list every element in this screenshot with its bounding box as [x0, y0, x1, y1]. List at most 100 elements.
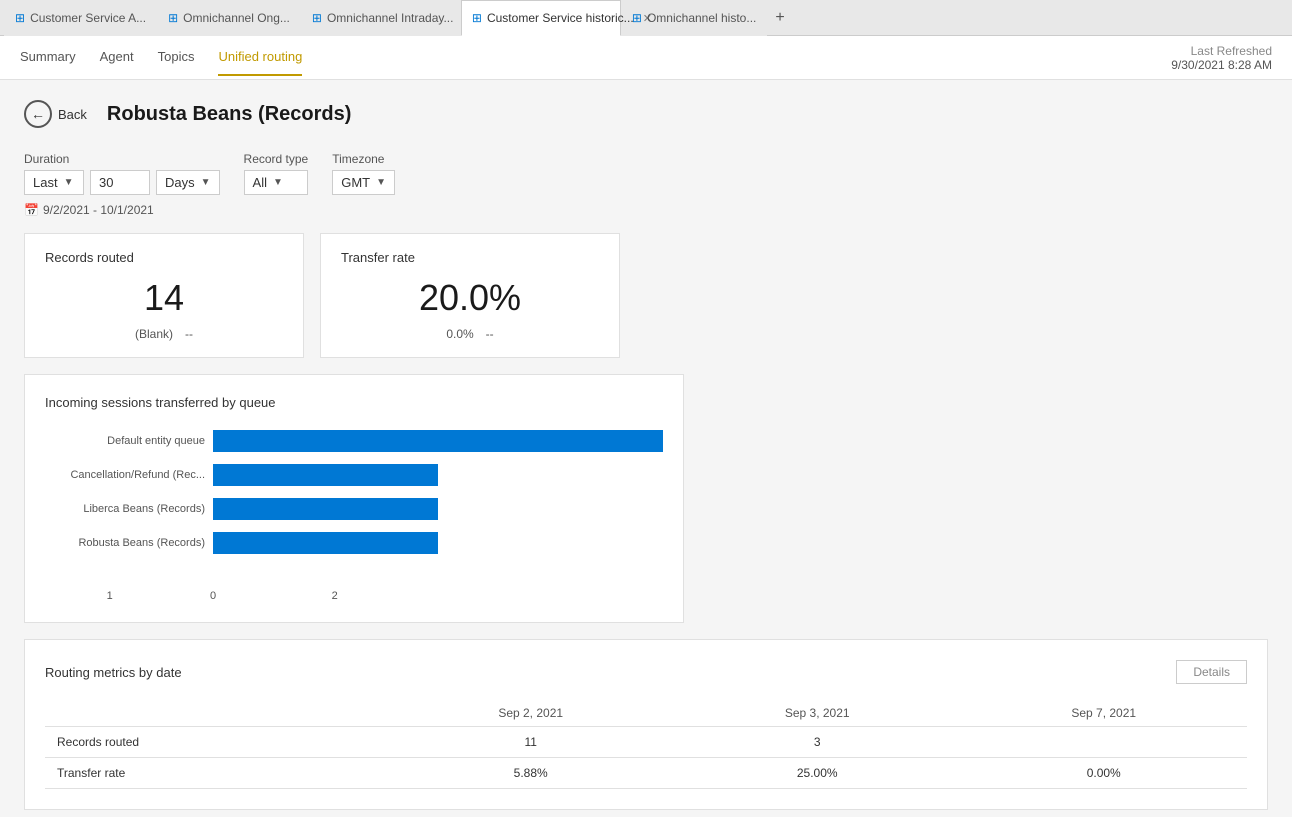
- record-type-label: Record type: [244, 152, 309, 166]
- timezone-filter: Timezone GMT ▼: [332, 152, 395, 195]
- record-type-filter: Record type All ▼: [244, 152, 309, 195]
- record-type-chevron: ▼: [273, 177, 283, 188]
- tab-customer-service-historic[interactable]: ⊞ Customer Service historic... ✕: [461, 0, 621, 36]
- duration-filter-row: Last ▼ 30 Days ▼: [24, 170, 220, 195]
- date-range: 📅 9/2/2021 - 10/1/2021: [24, 203, 1268, 217]
- bar-chart-title: Incoming sessions transferred by queue: [45, 395, 663, 410]
- axis-label-2: 2: [332, 590, 557, 602]
- bar-container-0: [213, 430, 663, 452]
- tab-bar: ⊞ Customer Service A... ⊞ Omnichannel On…: [0, 0, 1292, 36]
- tab-label-2: Omnichannel Ong...: [183, 11, 290, 25]
- col-header-metric: [45, 700, 387, 727]
- table-section-header: Routing metrics by date Details: [45, 660, 1247, 684]
- metric-val-1-2: 0.00%: [960, 758, 1247, 789]
- tab-label-5: Omnichannel histo...: [647, 11, 756, 25]
- back-label: Back: [58, 107, 87, 122]
- filters: Duration Last ▼ 30 Days ▼ Record type Al…: [24, 152, 1268, 195]
- record-type-select[interactable]: All ▼: [244, 170, 309, 195]
- last-refreshed: Last Refreshed 9/30/2021 8:28 AM: [1171, 44, 1272, 72]
- nav-agent[interactable]: Agent: [100, 39, 134, 76]
- calendar-icon: 📅: [24, 203, 39, 217]
- duration-number-select[interactable]: 30: [90, 170, 150, 195]
- col-header-sep2: Sep 2, 2021: [387, 700, 674, 727]
- table-row: Records routed 11 3: [45, 727, 1247, 758]
- timezone-select[interactable]: GMT ▼: [332, 170, 395, 195]
- tab-omnichannel-intraday[interactable]: ⊞ Omnichannel Intraday...: [301, 0, 461, 36]
- transfer-rate-sub: 0.0% --: [341, 327, 599, 341]
- records-routed-value: 14: [45, 277, 283, 319]
- duration-number-value: 30: [99, 175, 113, 190]
- nav-links: Summary Agent Topics Unified routing: [20, 39, 302, 76]
- col-header-sep7: Sep 7, 2021: [960, 700, 1247, 727]
- duration-unit-chevron: ▼: [201, 177, 211, 188]
- tab-close-button[interactable]: ✕: [643, 12, 652, 25]
- nav-topics[interactable]: Topics: [158, 39, 195, 76]
- bar-row-1: Cancellation/Refund (Rec...: [45, 464, 663, 486]
- record-type-value: All: [253, 175, 267, 190]
- metrics-table-section: Routing metrics by date Details Sep 2, 2…: [24, 639, 1268, 810]
- metrics-table: Sep 2, 2021 Sep 3, 2021 Sep 7, 2021 Reco…: [45, 700, 1247, 789]
- transfer-rate-sub-0: 0.0%: [446, 327, 473, 341]
- col-header-sep3: Sep 3, 2021: [674, 700, 961, 727]
- bar-label-1: Cancellation/Refund (Rec...: [45, 469, 205, 481]
- records-routed-title: Records routed: [45, 250, 283, 265]
- bar-label-3: Robusta Beans (Records): [45, 537, 205, 549]
- bar-container-2: [213, 498, 663, 520]
- metric-val-0-0: 11: [387, 727, 674, 758]
- tab-icon-3: ⊞: [312, 11, 322, 25]
- chart-axis: 0 1 2: [213, 586, 663, 602]
- tab-customer-service-a[interactable]: ⊞ Customer Service A...: [4, 0, 157, 36]
- bar-0: [213, 430, 663, 452]
- back-button[interactable]: ← Back: [24, 100, 87, 128]
- duration-prefix-value: Last: [33, 175, 58, 190]
- metric-label-1: Transfer rate: [45, 758, 387, 789]
- metric-val-1-1: 25.00%: [674, 758, 961, 789]
- duration-prefix-chevron: ▼: [64, 177, 74, 188]
- page-header: ← Back Robusta Beans (Records): [24, 100, 1268, 128]
- axis-label-1: 1: [107, 590, 332, 602]
- bar-2: [213, 498, 438, 520]
- bar-chart-section: Incoming sessions transferred by queue D…: [24, 374, 684, 623]
- tab-icon-4: ⊞: [472, 11, 482, 25]
- bar-row-0: Default entity queue: [45, 430, 663, 452]
- tab-label-1: Customer Service A...: [30, 11, 146, 25]
- tab-omnichannel-ong[interactable]: ⊞ Omnichannel Ong...: [157, 0, 301, 36]
- table-header-row: Sep 2, 2021 Sep 3, 2021 Sep 7, 2021: [45, 700, 1247, 727]
- transfer-rate-card: Transfer rate 20.0% 0.0% --: [320, 233, 620, 358]
- transfer-rate-value: 20.0%: [341, 277, 599, 319]
- nav-unified-routing[interactable]: Unified routing: [218, 39, 302, 76]
- transfer-rate-title: Transfer rate: [341, 250, 599, 265]
- main-content: ← Back Robusta Beans (Records) Duration …: [0, 80, 1292, 817]
- records-routed-card: Records routed 14 (Blank) --: [24, 233, 304, 358]
- tab-icon-2: ⊞: [168, 11, 178, 25]
- bar-3: [213, 532, 438, 554]
- nav-summary[interactable]: Summary: [20, 39, 76, 76]
- timezone-value: GMT: [341, 175, 370, 190]
- records-routed-sub-1: --: [185, 327, 193, 341]
- duration-unit-select[interactable]: Days ▼: [156, 170, 220, 195]
- details-button[interactable]: Details: [1176, 660, 1247, 684]
- metric-label-0: Records routed: [45, 727, 387, 758]
- bar-container-1: [213, 464, 663, 486]
- bar-container-3: [213, 532, 663, 554]
- duration-unit-value: Days: [165, 175, 195, 190]
- bar-label-0: Default entity queue: [45, 435, 205, 447]
- records-routed-sub: (Blank) --: [45, 327, 283, 341]
- metric-val-0-2: [960, 727, 1247, 758]
- tab-add-button[interactable]: +: [767, 9, 792, 27]
- duration-prefix-select[interactable]: Last ▼: [24, 170, 84, 195]
- page-title: Robusta Beans (Records): [107, 103, 352, 126]
- metric-val-0-1: 3: [674, 727, 961, 758]
- bar-1: [213, 464, 438, 486]
- last-refreshed-value: 9/30/2021 8:28 AM: [1171, 58, 1272, 72]
- bar-label-2: Liberca Beans (Records): [45, 503, 205, 515]
- table-row: Transfer rate 5.88% 25.00% 0.00%: [45, 758, 1247, 789]
- bar-row-2: Liberca Beans (Records): [45, 498, 663, 520]
- tab-label-4: Customer Service historic...: [487, 11, 634, 25]
- duration-filter: Duration Last ▼ 30 Days ▼: [24, 152, 220, 195]
- bar-chart: Default entity queue Cancellation/Refund…: [45, 430, 663, 586]
- date-range-value: 9/2/2021 - 10/1/2021: [43, 203, 154, 217]
- last-refreshed-label: Last Refreshed: [1171, 44, 1272, 58]
- duration-label: Duration: [24, 152, 220, 166]
- tab-icon-1: ⊞: [15, 11, 25, 25]
